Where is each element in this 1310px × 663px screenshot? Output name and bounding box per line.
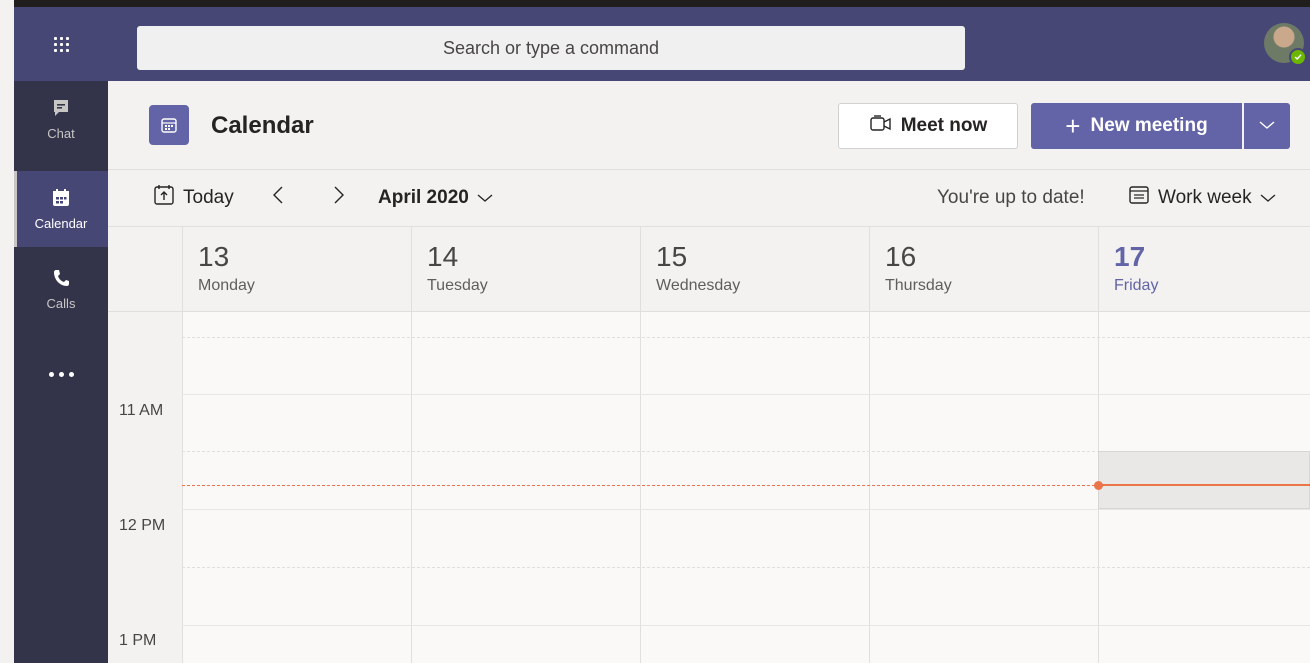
current-time-today-line [1098,484,1310,486]
chevron-down-icon [477,187,493,209]
chevron-left-icon [271,184,285,212]
window-top-strip [14,0,1310,7]
search-input[interactable]: Search or type a command [137,26,965,70]
view-label: Work week [1158,187,1252,208]
half-hour-line [182,337,1310,338]
app-launcher-button[interactable] [14,7,108,81]
today-label: Today [183,187,234,208]
rail-item-label: Calendar [34,215,88,231]
more-apps-button[interactable] [14,359,108,389]
day-name: Tuesday [427,277,488,294]
day-number: 15 [656,241,688,272]
calendar-grid: 13 Monday 14 Tuesday 15 Wednesday 16 Thu… [108,227,1310,663]
plus-icon: + [1065,111,1081,141]
chevron-down-icon [1260,187,1276,209]
current-time-dot [1094,481,1103,490]
day-number: 17 [1114,241,1146,272]
day-header-monday[interactable]: 13 Monday [182,227,411,311]
calendar-app-icon [149,105,189,145]
work-week-icon [1128,185,1150,211]
chevron-down-icon [1259,117,1275,135]
chevron-right-icon [332,184,346,212]
rail-item-calls[interactable]: Calls [14,251,108,327]
day-name: Friday [1114,277,1159,294]
title-bar: Search or type a command [14,7,1310,81]
day-column-wednesday[interactable] [640,312,869,663]
new-meeting-button[interactable]: + New meeting [1031,103,1242,149]
rail-item-label: Chat [47,125,75,141]
day-column-monday[interactable] [182,312,411,663]
calendar-today-icon [153,184,175,212]
new-meeting-options-button[interactable] [1244,103,1290,149]
selected-time-slot[interactable] [1098,451,1310,509]
rail-item-calendar[interactable]: Calendar [14,171,108,247]
time-label: 12 PM [119,517,166,534]
calendar-header: Calendar Meet now + New meeting [108,81,1310,170]
waffle-icon [53,36,69,52]
today-button[interactable]: Today [153,170,234,226]
day-column-thursday[interactable] [869,312,1098,663]
hour-line [182,394,1310,395]
hour-line [182,509,1310,510]
day-column-tuesday[interactable] [411,312,640,663]
previous-week-button[interactable] [271,170,285,226]
time-gutter: 11 AM 12 PM 1 PM [108,312,182,663]
ellipsis-icon [48,371,74,377]
page-title: Calendar [211,112,314,139]
month-picker-button[interactable]: April 2020 [378,170,493,226]
calendar-toolbar: Today April 2020 You're up to date! Work… [108,170,1310,227]
meet-now-button[interactable]: Meet now [838,103,1018,149]
avatar[interactable] [1264,23,1307,66]
new-meeting-label: New meeting [1090,115,1208,136]
presence-available-icon [1289,48,1307,66]
phone-icon [51,268,71,291]
search-placeholder: Search or type a command [442,37,660,58]
calendar-icon [51,188,71,211]
time-label: 11 AM [119,402,164,419]
chat-icon [51,98,71,121]
video-camera-icon [869,112,893,140]
rail-item-label: Calls [46,295,76,311]
day-name: Wednesday [656,277,741,294]
day-name: Monday [198,277,255,294]
hour-line [182,625,1310,626]
day-name: Thursday [885,277,952,294]
view-switcher-button[interactable]: Work week [1128,170,1276,226]
app-rail: Chat Calendar Calls [14,81,108,663]
meet-now-label: Meet now [900,115,988,136]
time-label: 1 PM [119,632,157,649]
day-number: 16 [885,241,917,272]
next-week-button[interactable] [332,170,346,226]
day-header-thursday[interactable]: 16 Thursday [869,227,1098,311]
sync-status: You're up to date! [937,187,1085,208]
day-header-tuesday[interactable]: 14 Tuesday [411,227,640,311]
month-label: April 2020 [378,187,469,208]
rail-item-chat[interactable]: Chat [14,81,108,157]
day-number: 14 [427,241,459,272]
window-edge [0,0,14,663]
time-gutter-header [108,227,182,311]
day-header-wednesday[interactable]: 15 Wednesday [640,227,869,311]
day-header-friday[interactable]: 17 Friday [1098,227,1310,311]
half-hour-line [182,567,1310,568]
day-number: 13 [198,241,230,272]
